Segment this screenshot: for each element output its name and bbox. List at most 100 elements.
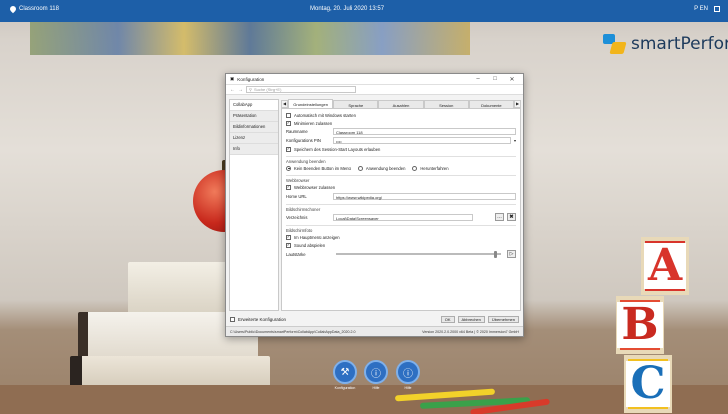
- search-icon: ⚲: [249, 87, 252, 92]
- main-menu-label: Im Hauptmenü anzeigen: [294, 234, 340, 240]
- main-panel: ◀ Grundeinstellungen Sprache Ausahlen Se…: [281, 99, 522, 311]
- dialog-body: CollabApp Präsentation Bildinformationen…: [226, 96, 523, 314]
- location-pin-icon: [8, 4, 18, 14]
- tab-dokumente[interactable]: Dokumente: [468, 100, 515, 108]
- tab-scroll-right-icon[interactable]: ▶: [514, 100, 522, 108]
- extended-config-label: Erweiterte Konfiguration: [238, 316, 287, 322]
- exit-option-label: Kein Beenden Button im Menü: [294, 165, 351, 171]
- window-icon[interactable]: [714, 6, 720, 12]
- tab-ausahlen[interactable]: Ausahlen: [378, 100, 424, 108]
- search-input[interactable]: ⚲ Suche (Strg+E): [246, 86, 356, 93]
- letter-block-b: B: [616, 296, 664, 354]
- tab-grundeinstellungen[interactable]: Grundeinstellungen: [288, 99, 334, 108]
- letter-block-c: C: [624, 355, 672, 413]
- dialog-titlebar[interactable]: ▣ Konfiguration – □ ✕: [226, 74, 523, 85]
- sidebar-item-lizenz[interactable]: Lizenz: [230, 133, 278, 144]
- dialog-title: Konfiguration: [237, 76, 265, 82]
- home-url-field[interactable]: https://www.wikipedia.org/: [333, 192, 516, 200]
- web-allow-row: ✓ Webbrowser zulassen: [286, 183, 516, 191]
- tab-sprache[interactable]: Sprache: [333, 100, 379, 108]
- volume-label: Lautstärke: [286, 251, 306, 257]
- browse-button[interactable]: …: [495, 213, 504, 221]
- exit-option-label: Herunterfahren: [420, 165, 449, 171]
- brand-name: smartPerform: [631, 34, 728, 54]
- chevron-down-icon[interactable]: ▾: [514, 138, 516, 143]
- letter-block-a: A: [641, 237, 689, 295]
- tab-session[interactable]: Session: [423, 100, 469, 108]
- save-layout-label: Speichern des Session-Start Layouts erla…: [294, 146, 381, 152]
- dock-item-config[interactable]: ⚒ Konfiguration: [333, 360, 357, 390]
- close-button[interactable]: ✕: [505, 76, 519, 83]
- location-label: Classroom 118: [19, 6, 59, 12]
- room-name-field[interactable]: Classroom 118: [333, 128, 516, 135]
- dir-field[interactable]: Local\Data\Screensaver: [333, 213, 473, 221]
- data-path: C:\Users\Public\Documents\smartPerform\C…: [230, 329, 356, 334]
- help-icon[interactable]: ⓘ: [364, 360, 388, 384]
- language-indicator[interactable]: P EN: [694, 6, 708, 12]
- play-icon[interactable]: ▷: [507, 250, 516, 258]
- dock-label: Hilfe: [404, 386, 412, 390]
- maximize-button[interactable]: □: [488, 76, 502, 82]
- volume-row: Lautstärke ▷: [286, 249, 516, 259]
- minimize-label: Minimieren zulassen: [294, 120, 333, 126]
- brand-logo: smartPerform: [603, 32, 728, 56]
- room-label: Raumname: [286, 129, 308, 134]
- clear-icon[interactable]: ✖: [507, 213, 516, 221]
- pin-field[interactable]: ••••: [333, 137, 511, 144]
- autostart-label: Automatisch mit Windows starten: [294, 112, 356, 118]
- save-layout-row: ✓ Speichern des Session-Start Layouts er…: [286, 145, 516, 153]
- apply-button[interactable]: Übernehmen: [487, 315, 519, 323]
- web-allow-checkbox[interactable]: ✓: [286, 184, 291, 190]
- minimize-row: ✓ Minimieren zulassen: [286, 119, 516, 127]
- pin-label: Konfigurations PIN: [286, 138, 321, 143]
- configuration-dialog: ▣ Konfiguration – □ ✕ ← → ⚲ Suche (Strg+…: [225, 73, 524, 337]
- sound-label: Sound abspielen: [294, 242, 326, 248]
- sidebar-item-bildinformationen[interactable]: Bildinformationen: [230, 122, 278, 133]
- volume-slider[interactable]: [336, 250, 501, 258]
- info-icon[interactable]: ⓘ: [396, 360, 420, 384]
- status-bar: C:\Users\Public\Documents\smartPerform\C…: [226, 326, 523, 336]
- sound-checkbox[interactable]: ✓: [286, 242, 291, 248]
- forward-arrow-icon[interactable]: →: [238, 87, 243, 93]
- sidebar-item-praesentation[interactable]: Präsentation: [230, 111, 278, 122]
- sidebar-item-info[interactable]: Info: [230, 144, 278, 155]
- exit-option-radio[interactable]: [286, 165, 291, 171]
- volume-slider-thumb[interactable]: [494, 250, 497, 258]
- wall-painting: [30, 22, 470, 55]
- tab-scroll-left-icon[interactable]: ◀: [281, 100, 288, 108]
- tab-bar: ◀ Grundeinstellungen Sprache Ausahlen Se…: [281, 99, 522, 108]
- dialog-footer: Erweiterte Konfiguration OK Abbrechen Üb…: [226, 314, 523, 324]
- ok-button[interactable]: OK: [440, 315, 455, 323]
- pin-row: Konfigurations PIN •••• ▾: [286, 136, 516, 145]
- wrench-icon[interactable]: ⚒: [333, 360, 357, 384]
- dir-label: Verzeichnis: [286, 214, 308, 220]
- minimize-button[interactable]: –: [471, 76, 485, 82]
- exit-options-row: Kein Beenden Button im Menü Anwendung be…: [286, 164, 516, 172]
- dock-item-info[interactable]: ⓘ Hilfe: [396, 360, 420, 390]
- sidebar-item-collabapp[interactable]: CollabApp: [230, 100, 278, 111]
- top-bar: Classroom 118 Montag, 20. Juli 2020 13:5…: [0, 0, 728, 22]
- extended-config-checkbox[interactable]: [230, 316, 235, 322]
- dock-label: Konfiguration: [334, 386, 356, 390]
- search-placeholder: Suche (Strg+E): [253, 87, 282, 92]
- home-url-label: Home URL: [286, 193, 307, 199]
- exit-section-title: Anwendung beenden: [286, 156, 516, 164]
- version-info: Version 2020.2.0.2000 x64 Beta | © 2020 …: [422, 329, 519, 334]
- screensaver-dir-row: Verzeichnis Local\Data\Screensaver … ✖: [286, 212, 516, 222]
- location-display[interactable]: Classroom 118: [8, 4, 59, 14]
- back-arrow-icon[interactable]: ←: [230, 87, 235, 93]
- exit-option-radio[interactable]: [357, 165, 363, 171]
- dock-item-help[interactable]: ⓘ Hilfe: [364, 360, 388, 390]
- main-menu-row: ✓ Im Hauptmenü anzeigen: [286, 233, 516, 241]
- autostart-checkbox[interactable]: [286, 112, 291, 118]
- screensaver-section-title: Bildschirmschoner: [286, 204, 516, 212]
- main-menu-checkbox[interactable]: ✓: [286, 234, 291, 240]
- cancel-button[interactable]: Abbrechen: [457, 315, 485, 323]
- minimize-checkbox[interactable]: ✓: [286, 120, 291, 126]
- sound-row: ✓ Sound abspielen: [286, 241, 516, 249]
- top-bar-right: P EN: [694, 6, 720, 12]
- exit-option-radio[interactable]: [412, 165, 418, 171]
- save-layout-checkbox[interactable]: ✓: [286, 146, 291, 152]
- web-allow-label: Webbrowser zulassen: [294, 184, 336, 190]
- webbrowser-section-title: Webbrowser: [286, 175, 516, 183]
